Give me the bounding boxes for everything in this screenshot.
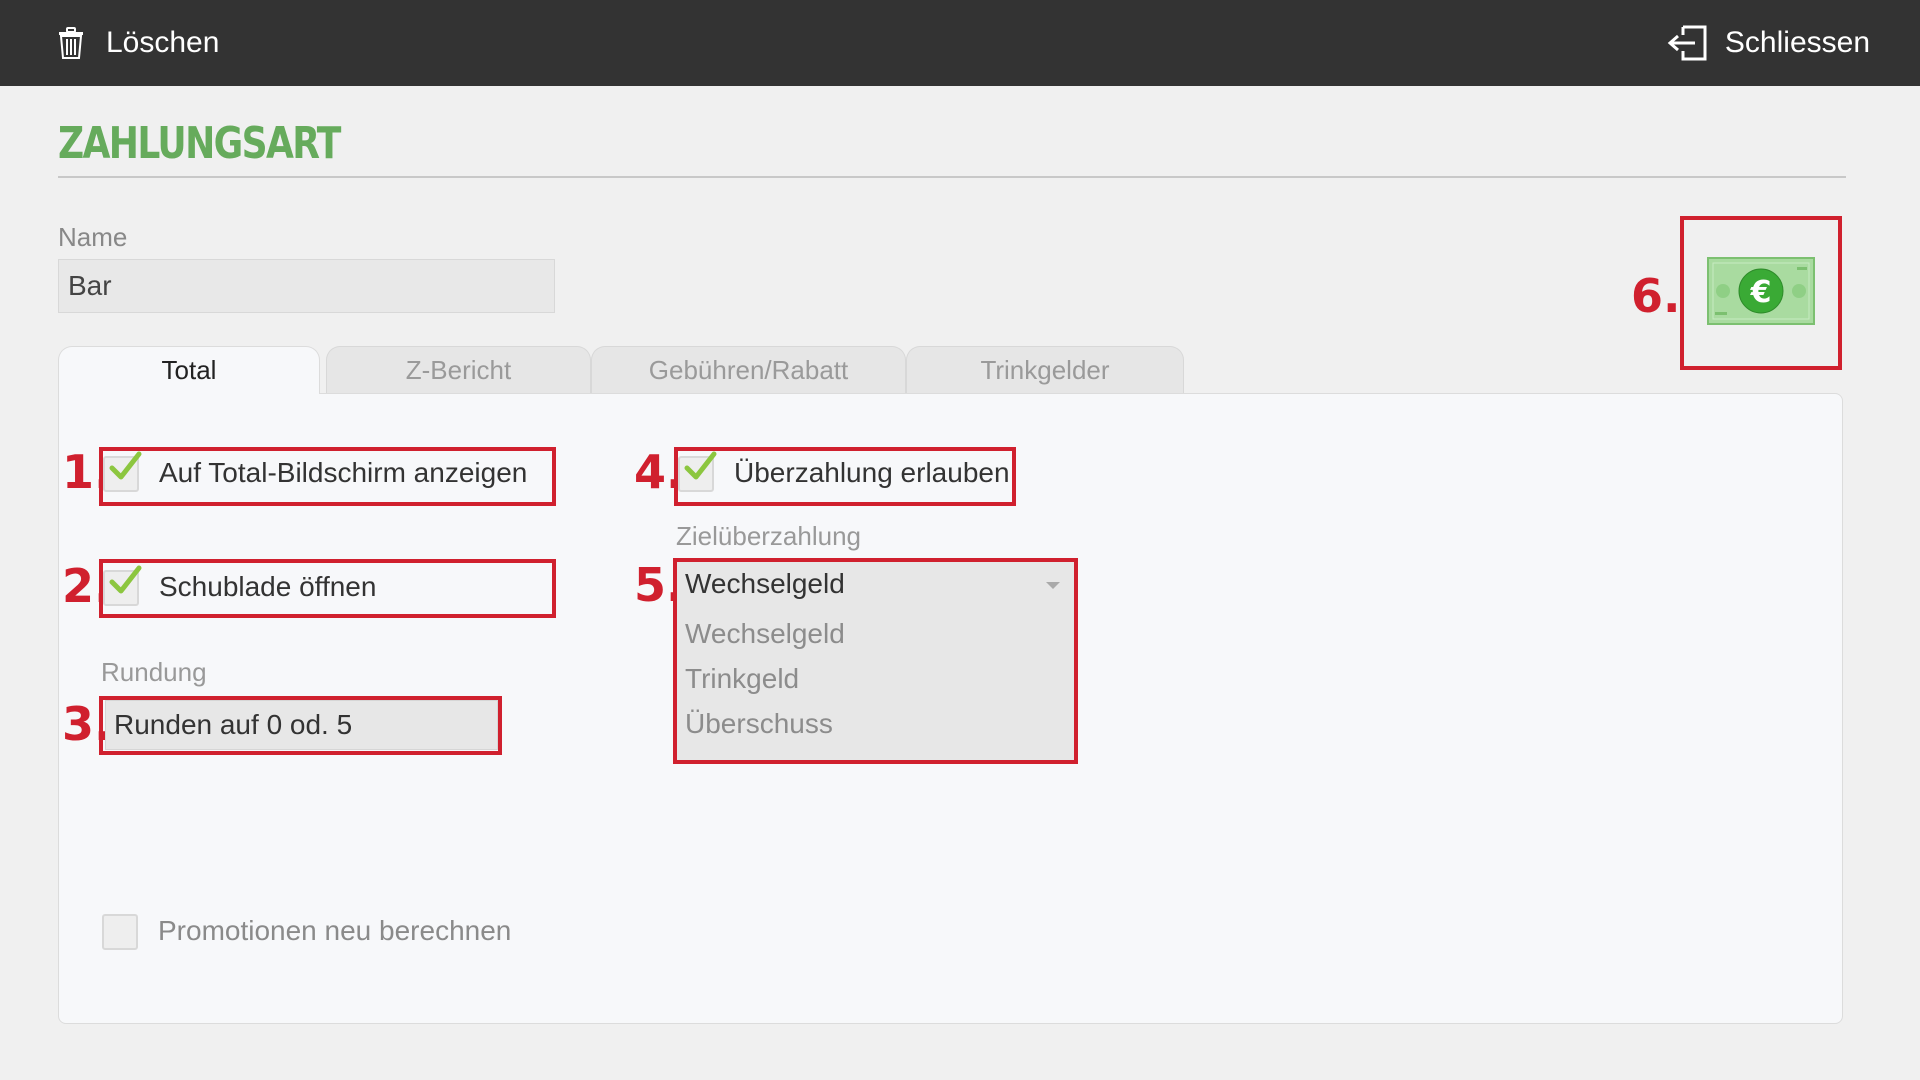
- top-toolbar: Löschen Schliessen: [0, 0, 1920, 86]
- tab-label: Total: [161, 355, 217, 385]
- close-button[interactable]: Schliessen: [1667, 0, 1870, 86]
- tab-label: Gebühren/Rabatt: [648, 355, 849, 385]
- exit-icon: [1667, 25, 1709, 61]
- overpayment-target-label: Zielüberzahlung: [676, 521, 862, 551]
- checkmark-icon: [109, 451, 142, 480]
- allow-overpayment-label: Überzahlung erlauben: [734, 457, 1010, 488]
- show-on-total-screen-label: Auf Total-Bildschirm anzeigen: [159, 457, 528, 488]
- tab-total[interactable]: Total: [58, 346, 320, 394]
- checkmark-icon: [684, 451, 717, 480]
- page-title: ZAHLUNGSART: [58, 118, 341, 169]
- highlight-5: [673, 558, 1078, 764]
- tab-label: Z-Bericht: [405, 355, 512, 385]
- tab-label: Trinkgelder: [980, 355, 1110, 385]
- recalculate-promotions-checkbox[interactable]: [102, 914, 138, 950]
- delete-label: Löschen: [106, 26, 220, 59]
- name-input[interactable]: [58, 259, 555, 313]
- checkmark-icon: [109, 565, 142, 594]
- rounding-label: Rundung: [101, 657, 207, 687]
- highlight-3: [99, 696, 502, 755]
- euro-banknote-icon[interactable]: €: [1707, 256, 1815, 330]
- tab-z-bericht[interactable]: Z-Bericht: [326, 346, 591, 394]
- open-drawer-checkbox[interactable]: [103, 565, 142, 606]
- allow-overpayment-checkbox[interactable]: [678, 451, 717, 492]
- payment-icon-highlight: €: [1680, 216, 1842, 370]
- tab-trinkgelder[interactable]: Trinkgelder: [906, 346, 1184, 394]
- tab-gebuehren-rabatt[interactable]: Gebühren/Rabatt: [591, 346, 906, 394]
- title-divider: [58, 176, 1846, 178]
- euro-symbol: €: [1750, 275, 1772, 310]
- name-label: Name: [58, 222, 128, 252]
- open-drawer-label: Schublade öffnen: [159, 571, 377, 602]
- close-label: Schliessen: [1724, 26, 1870, 59]
- annotation-6: 6.: [1631, 269, 1681, 323]
- recalculate-promotions-label: Promotionen neu berechnen: [158, 915, 512, 946]
- tab-bar: Total Z-Bericht Gebühren/Rabatt Trinkgel…: [58, 346, 1258, 394]
- delete-button[interactable]: Löschen: [58, 0, 219, 86]
- show-on-total-screen-checkbox[interactable]: [103, 451, 142, 492]
- trash-icon: [58, 27, 84, 59]
